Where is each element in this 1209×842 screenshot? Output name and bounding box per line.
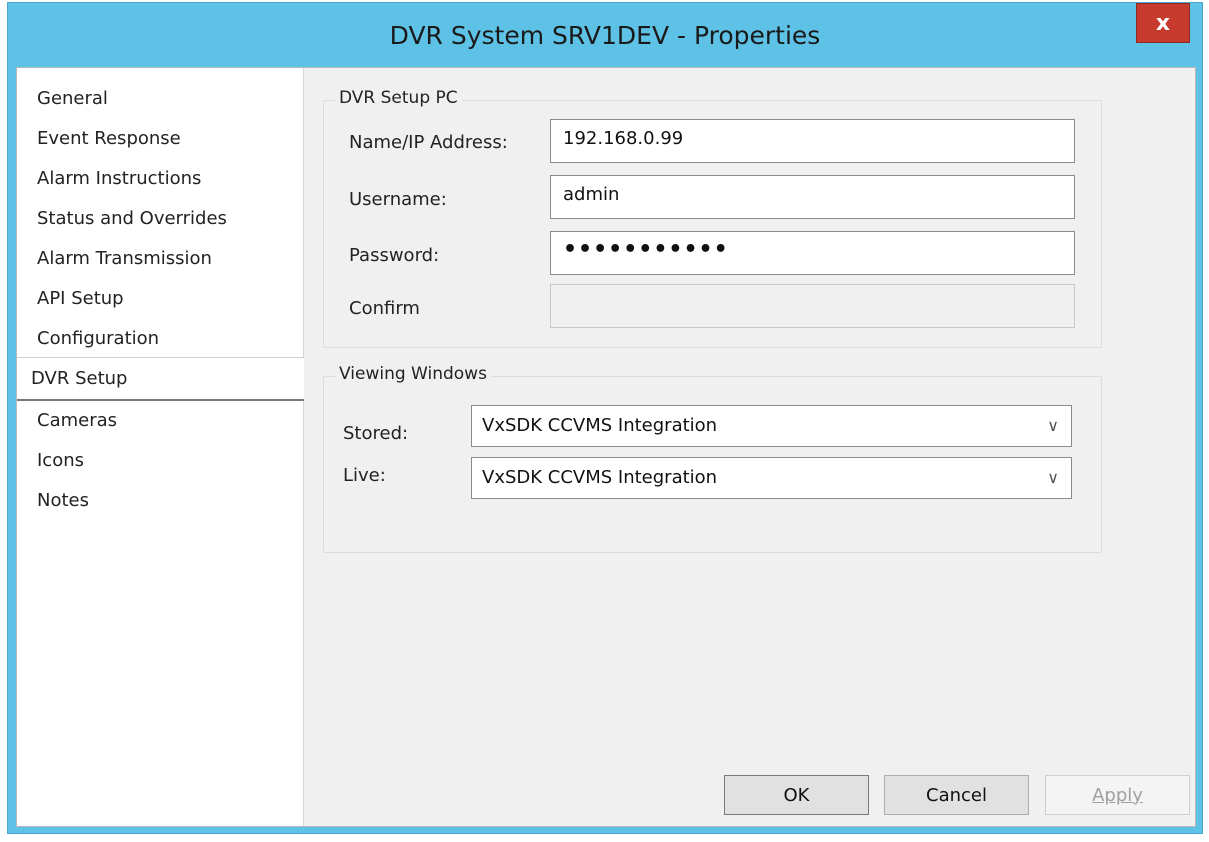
ok-button-label: OK: [783, 784, 810, 806]
close-button[interactable]: x: [1136, 3, 1190, 43]
nav-item-alarm-transmission[interactable]: Alarm Transmission: [37, 244, 212, 274]
nav-item-configuration[interactable]: Configuration: [37, 324, 159, 354]
chevron-down-icon: ∨: [1047, 468, 1059, 487]
cancel-button-label: Cancel: [926, 784, 987, 806]
stored-label: Stored:: [343, 423, 409, 444]
username-input[interactable]: admin: [550, 175, 1075, 219]
live-dropdown-value: VxSDK CCVMS Integration: [482, 467, 718, 488]
nav-item-dvr-setup[interactable]: DVR Setup: [17, 357, 304, 401]
live-label: Live:: [343, 465, 386, 486]
live-dropdown[interactable]: VxSDK CCVMS Integration ∨: [471, 457, 1072, 499]
apply-button-label: Apply: [1092, 784, 1143, 806]
properties-window: DVR System SRV1DEV - Properties x Genera…: [7, 2, 1203, 834]
nav-item-alarm-instructions[interactable]: Alarm Instructions: [37, 164, 201, 194]
password-mask: •••••••••••: [563, 237, 729, 262]
stored-dropdown-value: VxSDK CCVMS Integration: [482, 415, 718, 436]
viewing-windows-group-label: Viewing Windows: [335, 364, 491, 384]
name-ip-input[interactable]: 192.168.0.99: [550, 119, 1075, 163]
cancel-button[interactable]: Cancel: [884, 775, 1029, 815]
nav-item-api-setup[interactable]: API Setup: [37, 284, 124, 314]
stored-dropdown[interactable]: VxSDK CCVMS Integration ∨: [471, 405, 1072, 447]
dialog-client-area: General Event Response Alarm Instruction…: [16, 67, 1196, 827]
dvr-setup-pc-group-label: DVR Setup PC: [335, 88, 462, 108]
title-bar[interactable]: DVR System SRV1DEV - Properties x: [8, 3, 1202, 67]
password-label: Password:: [349, 245, 440, 266]
apply-button[interactable]: Apply: [1045, 775, 1190, 815]
nav-item-event-response[interactable]: Event Response: [37, 124, 181, 154]
property-nav: General Event Response Alarm Instruction…: [17, 68, 304, 826]
username-label: Username:: [349, 189, 447, 210]
nav-item-status-overrides[interactable]: Status and Overrides: [37, 204, 227, 234]
nav-item-icons[interactable]: Icons: [37, 446, 84, 476]
nav-item-cameras[interactable]: Cameras: [37, 406, 117, 436]
password-input[interactable]: •••••••••••: [550, 231, 1075, 275]
chevron-down-icon: ∨: [1047, 416, 1059, 435]
confirm-label: Confirm: [349, 298, 420, 319]
ok-button[interactable]: OK: [724, 775, 869, 815]
nav-item-notes[interactable]: Notes: [37, 486, 89, 516]
window-title: DVR System SRV1DEV - Properties: [389, 21, 821, 50]
close-icon: x: [1155, 10, 1171, 36]
confirm-input[interactable]: [550, 284, 1075, 328]
name-ip-label: Name/IP Address:: [349, 132, 508, 153]
nav-item-general[interactable]: General: [37, 84, 108, 114]
